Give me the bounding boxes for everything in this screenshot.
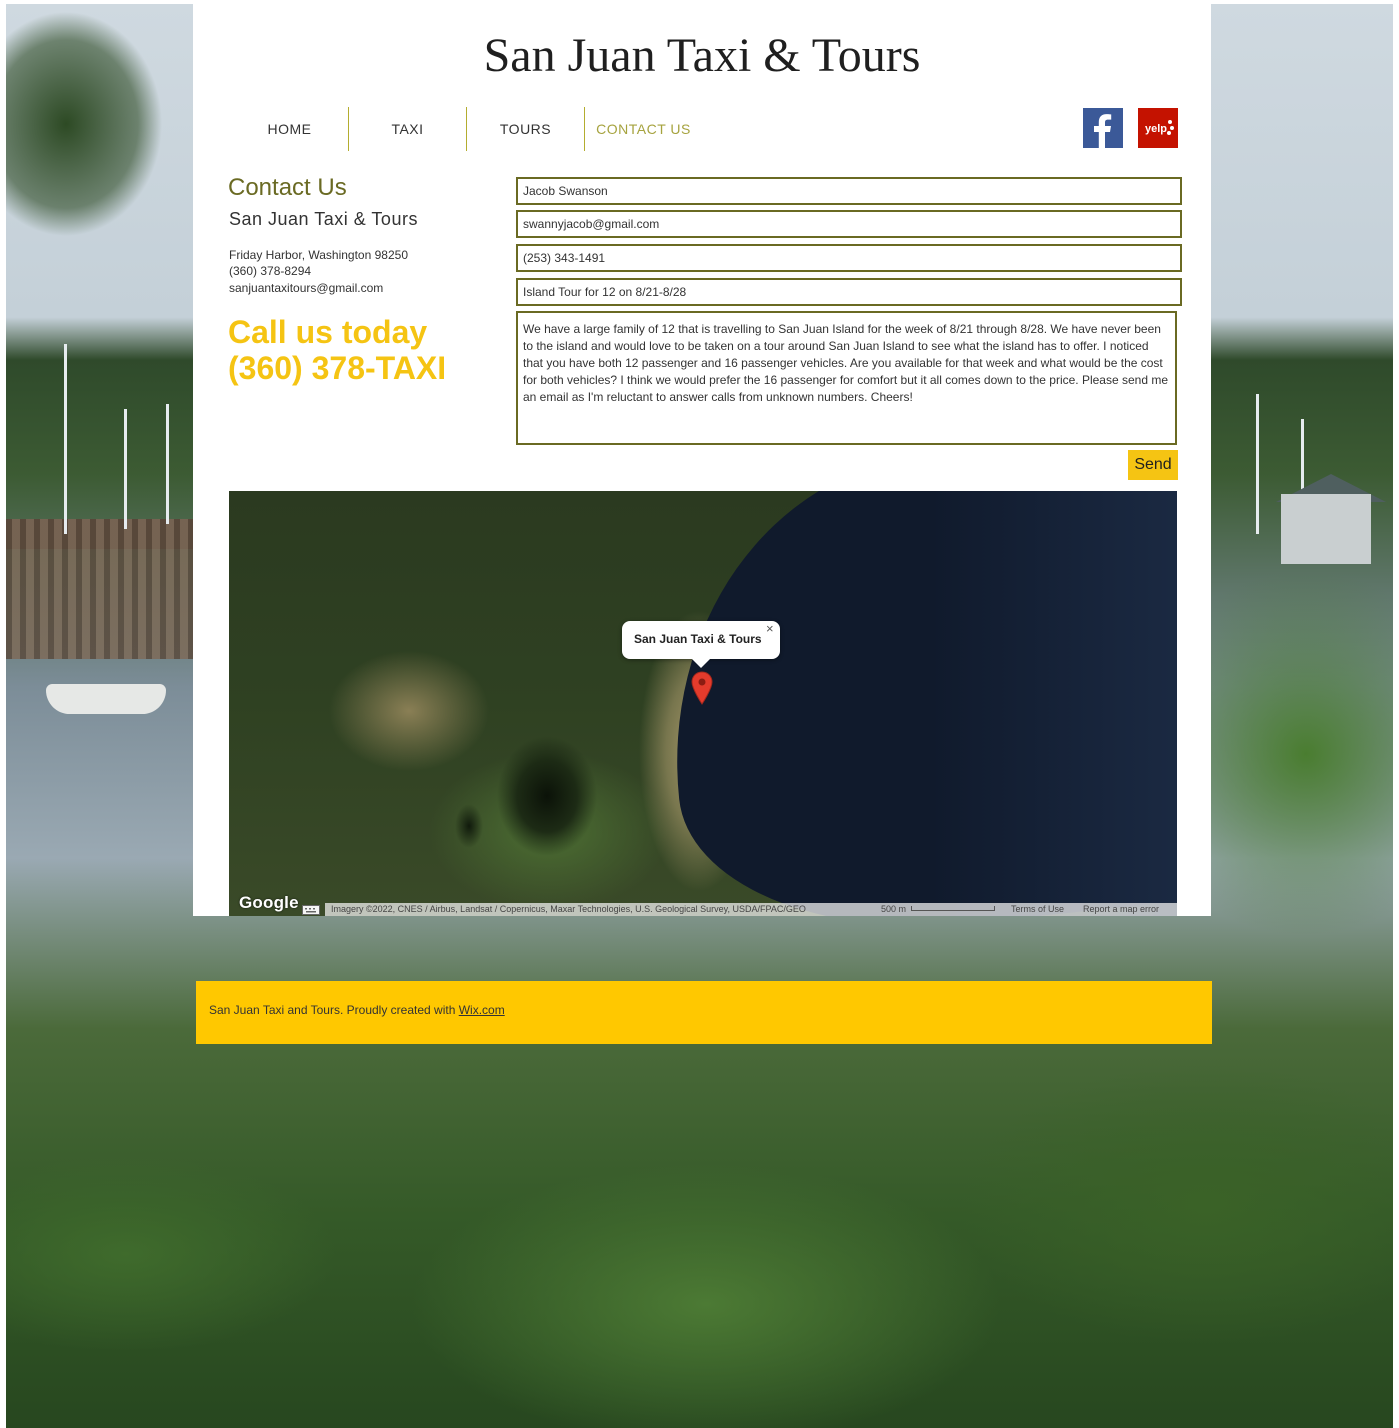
- call-us-today: Call us today: [228, 314, 428, 350]
- map-scale-bar: [911, 906, 995, 911]
- google-map[interactable]: San Juan Taxi & Tours × Google Imagery ©…: [229, 491, 1177, 916]
- background-house: [1281, 494, 1371, 564]
- main-panel: San Juan Taxi & Tours HOME TAXI TOURS CO…: [193, 4, 1211, 916]
- footer-credit: San Juan Taxi and Tours. Proudly created…: [209, 1003, 459, 1017]
- facebook-icon: [1083, 108, 1123, 148]
- yelp-link[interactable]: yelp: [1138, 108, 1178, 148]
- footer-text: San Juan Taxi and Tours. Proudly created…: [209, 1003, 505, 1017]
- map-terms-link[interactable]: Terms of Use: [1011, 903, 1064, 916]
- nav-contact-us[interactable]: CONTACT US: [584, 107, 702, 151]
- footer: San Juan Taxi and Tours. Proudly created…: [196, 981, 1212, 1044]
- map-info-popup: San Juan Taxi & Tours ×: [622, 621, 780, 668]
- background-tree: [6, 4, 196, 304]
- email-input[interactable]: [516, 210, 1182, 238]
- name-input[interactable]: [516, 177, 1182, 205]
- background-mast: [64, 344, 67, 534]
- close-icon[interactable]: ×: [766, 622, 774, 636]
- yelp-icon: yelp: [1138, 108, 1178, 148]
- company-name: San Juan Taxi & Tours: [229, 209, 418, 229]
- svg-text:yelp: yelp: [1145, 123, 1167, 135]
- email-address: sanjuantaxitours@gmail.com: [229, 281, 384, 295]
- site-title: San Juan Taxi & Tours: [483, 29, 921, 82]
- background-mast: [124, 409, 127, 529]
- map-report-error-link[interactable]: Report a map error: [1083, 903, 1159, 916]
- map-attribution: Imagery ©2022, CNES / Airbus, Landsat / …: [331, 904, 806, 914]
- address: Friday Harbor, Washington 98250: [229, 248, 408, 262]
- background-mast: [1256, 394, 1259, 534]
- map-pin-icon[interactable]: [691, 671, 713, 705]
- wix-link[interactable]: Wix.com: [459, 1003, 505, 1017]
- main-nav: HOME TAXI TOURS CONTACT US: [231, 107, 702, 151]
- map-scale-label: 500 m: [881, 904, 907, 914]
- phone-number: (360) 378-8294: [229, 264, 312, 278]
- background-boat: [46, 684, 166, 714]
- map-attribution-bar: Imagery ©2022, CNES / Airbus, Landsat / …: [325, 903, 1177, 916]
- map-popup-title: San Juan Taxi & Tours: [634, 632, 762, 646]
- keyboard-icon[interactable]: [302, 905, 320, 915]
- contact-heading: Contact Us: [228, 174, 347, 201]
- subject-input[interactable]: [516, 278, 1182, 306]
- phone-input[interactable]: [516, 244, 1182, 272]
- message-textarea[interactable]: We have a large family of 12 that is tra…: [516, 311, 1177, 445]
- background-pier: [6, 519, 196, 659]
- map-water-shade: [929, 491, 1177, 916]
- call-phone-number: (360) 378-TAXI: [228, 350, 447, 386]
- nav-tours[interactable]: TOURS: [466, 107, 584, 151]
- google-logo: Google: [239, 893, 299, 912]
- background-mast: [166, 404, 169, 524]
- send-button[interactable]: Send: [1128, 450, 1178, 480]
- nav-home[interactable]: HOME: [231, 107, 348, 151]
- nav-taxi[interactable]: TAXI: [348, 107, 466, 151]
- facebook-link[interactable]: [1083, 108, 1123, 148]
